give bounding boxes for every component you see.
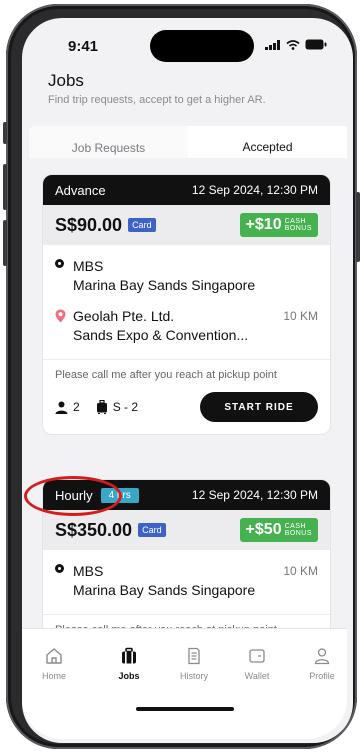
passenger-count: 2 [73, 400, 80, 414]
battery-icon [305, 39, 327, 50]
dropoff-stop: Geolah Pte. Ltd. Sands Expo & Convention… [43, 307, 330, 345]
fare-row: S$90.00 Card +$10 CASH BONUS [43, 205, 330, 245]
payment-badge: Card [128, 218, 156, 232]
dropoff-address: Sands Expo & Convention... [73, 327, 249, 343]
job-card-header: Advance 12 Sep 2024, 12:30 PM [43, 175, 330, 205]
luggage-count: S - 2 [112, 400, 139, 414]
pickup-address: Marina Bay Sands Singapore [73, 582, 256, 598]
cash-bonus-badge: +$50 CASH BONUS [239, 518, 318, 542]
bonus-label-line2: BONUS [284, 530, 312, 537]
job-card[interactable]: Advance 12 Sep 2024, 12:30 PM S$90.00 Ca… [42, 174, 331, 435]
power-button [356, 192, 360, 262]
wallet-icon [249, 649, 265, 663]
payment-badge: Card [138, 523, 166, 537]
profile-icon [314, 648, 330, 665]
signal-icon [265, 39, 280, 50]
trip-distance: 10 KM [283, 564, 318, 578]
bonus-amount: +$50 [245, 521, 282, 538]
nav-item-wallet[interactable]: Wallet [227, 647, 287, 681]
nav-label-home: Home [41, 671, 66, 681]
bonus-amount: +$10 [245, 216, 282, 233]
home-icon [46, 648, 62, 664]
page-subtitle: Find trip requests, accept to get a high… [48, 94, 266, 106]
volume-up-button [3, 164, 7, 210]
nav-label-wallet: Wallet [244, 671, 270, 681]
pickup-stop: MBS Marina Bay Sands Singapore [43, 257, 330, 295]
trip-meta: 2 S - 2 [55, 400, 138, 414]
job-type: Advance [55, 182, 106, 198]
nav-label-jobs: Jobs [118, 671, 140, 681]
fare-value: S$90.00 [55, 214, 123, 235]
dropoff-name: Geolah Pte. Ltd. [73, 308, 175, 324]
nav-item-jobs[interactable]: Jobs [99, 647, 159, 681]
bonus-label: CASH BONUS [285, 523, 312, 537]
passenger-icon [55, 401, 68, 414]
location-pin-icon [55, 309, 66, 323]
nav-item-home[interactable]: Home [24, 647, 84, 681]
highlight-annotation [24, 476, 122, 516]
bonus-label-line1: CASH [284, 523, 307, 530]
status-icons [265, 39, 327, 50]
fare-value: S$350.00 [55, 519, 133, 540]
bonus-label-line2: BONUS [284, 225, 312, 232]
nav-label-profile: Profile [309, 671, 335, 681]
page-title: Jobs [48, 71, 84, 90]
fare-amount: S$350.00 Card [55, 520, 166, 541]
pickup-dot-icon [55, 259, 64, 268]
job-datetime: 12 Sep 2024, 12:30 PM [191, 488, 318, 502]
trip-distance: 10 KM [283, 309, 318, 323]
passenger-note: Please call me after you reach at pickup… [43, 359, 330, 390]
nav-item-history[interactable]: History [164, 647, 224, 681]
pickup-stop: MBS Marina Bay Sands Singapore 10 KM [43, 562, 330, 600]
nav-item-profile[interactable]: Profile [292, 647, 352, 681]
job-datetime: 12 Sep 2024, 12:30 PM [191, 183, 318, 197]
wifi-icon [286, 39, 300, 50]
fare-amount: S$90.00 Card [55, 215, 156, 236]
pickup-name: MBS [73, 258, 104, 274]
page-header: Jobs Find trip requests, accept to get a… [48, 71, 266, 106]
bottom-nav: Home Jobs History Wallet Profile [22, 628, 347, 739]
job-actions: 2 S - 2 START RIDE [43, 390, 330, 434]
status-time: 9:41 [68, 38, 99, 55]
briefcase-icon [122, 647, 136, 664]
volume-down-button [3, 220, 7, 266]
dynamic-island [150, 30, 254, 62]
job-list: Advance 12 Sep 2024, 12:30 PM S$90.00 Ca… [22, 158, 347, 630]
cash-bonus-badge: +$10 CASH BONUS [239, 213, 318, 237]
bonus-label-line1: CASH [284, 218, 307, 225]
home-indicator [136, 707, 234, 711]
start-ride-button[interactable]: START RIDE [200, 392, 318, 422]
history-icon [188, 647, 200, 665]
fare-row: S$350.00 Card +$50 CASH BONUS [43, 510, 330, 550]
nav-label-history: History [179, 671, 208, 681]
bonus-label: CASH BONUS [285, 218, 312, 232]
pickup-dot-icon [55, 564, 64, 573]
mute-switch [3, 122, 7, 144]
pickup-address: Marina Bay Sands Singapore [73, 277, 256, 293]
pickup-name: MBS [73, 563, 104, 579]
luggage-icon [96, 400, 107, 414]
